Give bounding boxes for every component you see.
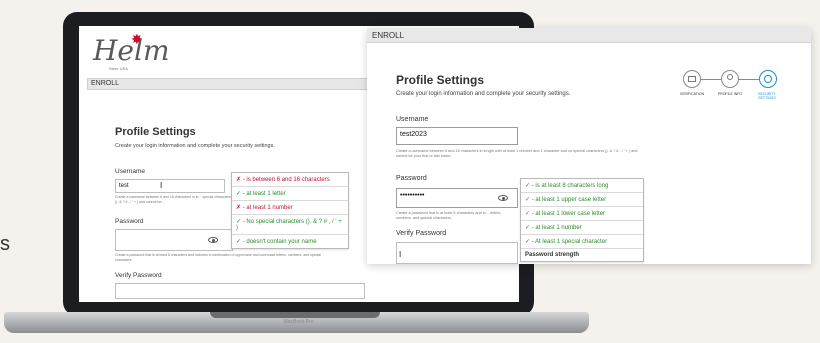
show-password-eye-icon[interactable] — [208, 237, 218, 243]
show-password-eye-icon[interactable] — [498, 195, 508, 201]
password-label: Password — [115, 218, 144, 225]
caption-fragment: s — [0, 233, 10, 255]
user-icon — [727, 74, 733, 80]
username-rule-length: ✗ - is between 6 and 16 characters — [232, 173, 348, 187]
step-connector — [739, 79, 759, 80]
password-rule-lowercase: ✓ - at least 1 lower case letter — [521, 207, 643, 221]
laptop-notch — [210, 312, 380, 318]
password-rule-length: ✓ - is at least 8 characters long — [521, 179, 643, 193]
username-label: Username — [396, 116, 429, 123]
password-hint: Create a password that is at least 8 cha… — [115, 253, 322, 262]
password-value: •••••••••• — [400, 192, 425, 199]
username-hint: Create a username between 6 and 16 chara… — [396, 149, 638, 158]
password-input[interactable] — [115, 229, 233, 251]
verify-password-input[interactable] — [115, 283, 365, 299]
zoomed-window: ENROLL Profile Settings Create your logi… — [367, 28, 811, 264]
verify-password-label: Verify Password — [115, 272, 162, 279]
page-subtitle: Create your login information and comple… — [396, 91, 571, 97]
username-rule-number: ✗ - at least 1 number — [232, 201, 348, 215]
step-verification — [683, 70, 701, 88]
password-rule-uppercase: ✓ - at least 1 upper case letter — [521, 193, 643, 207]
step-label-security-settings: SECURITY SETTINGS — [758, 92, 776, 100]
id-card-icon — [688, 76, 696, 82]
password-strength-label: Password strength — [525, 252, 580, 258]
verify-password-input[interactable]: I — [396, 242, 518, 264]
username-label: Username — [115, 168, 145, 175]
page-title: Profile Settings — [396, 73, 485, 87]
username-value: test — [119, 183, 129, 189]
step-label-profile-info: PROFILE INFO — [717, 92, 743, 96]
shield-icon — [764, 75, 772, 83]
page-title: Profile Settings — [115, 126, 196, 138]
page-subtitle: Create your login information and comple… — [115, 143, 275, 149]
password-input[interactable]: •••••••••• — [396, 188, 518, 208]
helm-logo: Helm ✸ — [93, 32, 170, 67]
text-cursor-icon: I — [399, 250, 402, 259]
username-rules-popup: ✗ - is between 6 and 16 characters ✓ - a… — [231, 172, 349, 249]
step-security-settings — [759, 70, 777, 88]
laptop-brand-label: MacBook Pro — [283, 319, 314, 325]
password-rules-popup: ✓ - is at least 8 characters long ✓ - at… — [520, 178, 644, 262]
step-profile-info — [721, 70, 739, 88]
text-cursor-icon: I — [160, 181, 163, 190]
password-hint: Create a password that is at least 8 cha… — [396, 211, 502, 220]
password-rule-special: ✓ - At least 1 special character — [521, 235, 643, 249]
username-rule-special: ✓ - No special characters (). & ? # , / … — [232, 215, 348, 235]
enroll-bar: ENROLL — [367, 28, 811, 43]
username-hint: Create a username between 6 and 16 chara… — [115, 195, 231, 204]
password-rule-number: ✓ - at least 1 number — [521, 221, 643, 235]
username-value: test2023 — [400, 131, 427, 138]
step-connector — [701, 79, 721, 80]
username-rule-name: ✓ - doesn't contain your name — [236, 239, 317, 245]
verify-password-label: Verify Password — [396, 230, 447, 237]
maple-leaf-icon: ✸ — [131, 32, 143, 48]
username-input[interactable]: test I — [115, 179, 225, 193]
password-label: Password — [396, 175, 427, 182]
step-label-verification: VERIFICATION — [679, 92, 705, 96]
username-input[interactable]: test2023 — [396, 127, 518, 145]
logo-tagline: Steer USA — [109, 66, 128, 71]
username-rule-letter: ✓ - at least 1 letter — [232, 187, 348, 201]
